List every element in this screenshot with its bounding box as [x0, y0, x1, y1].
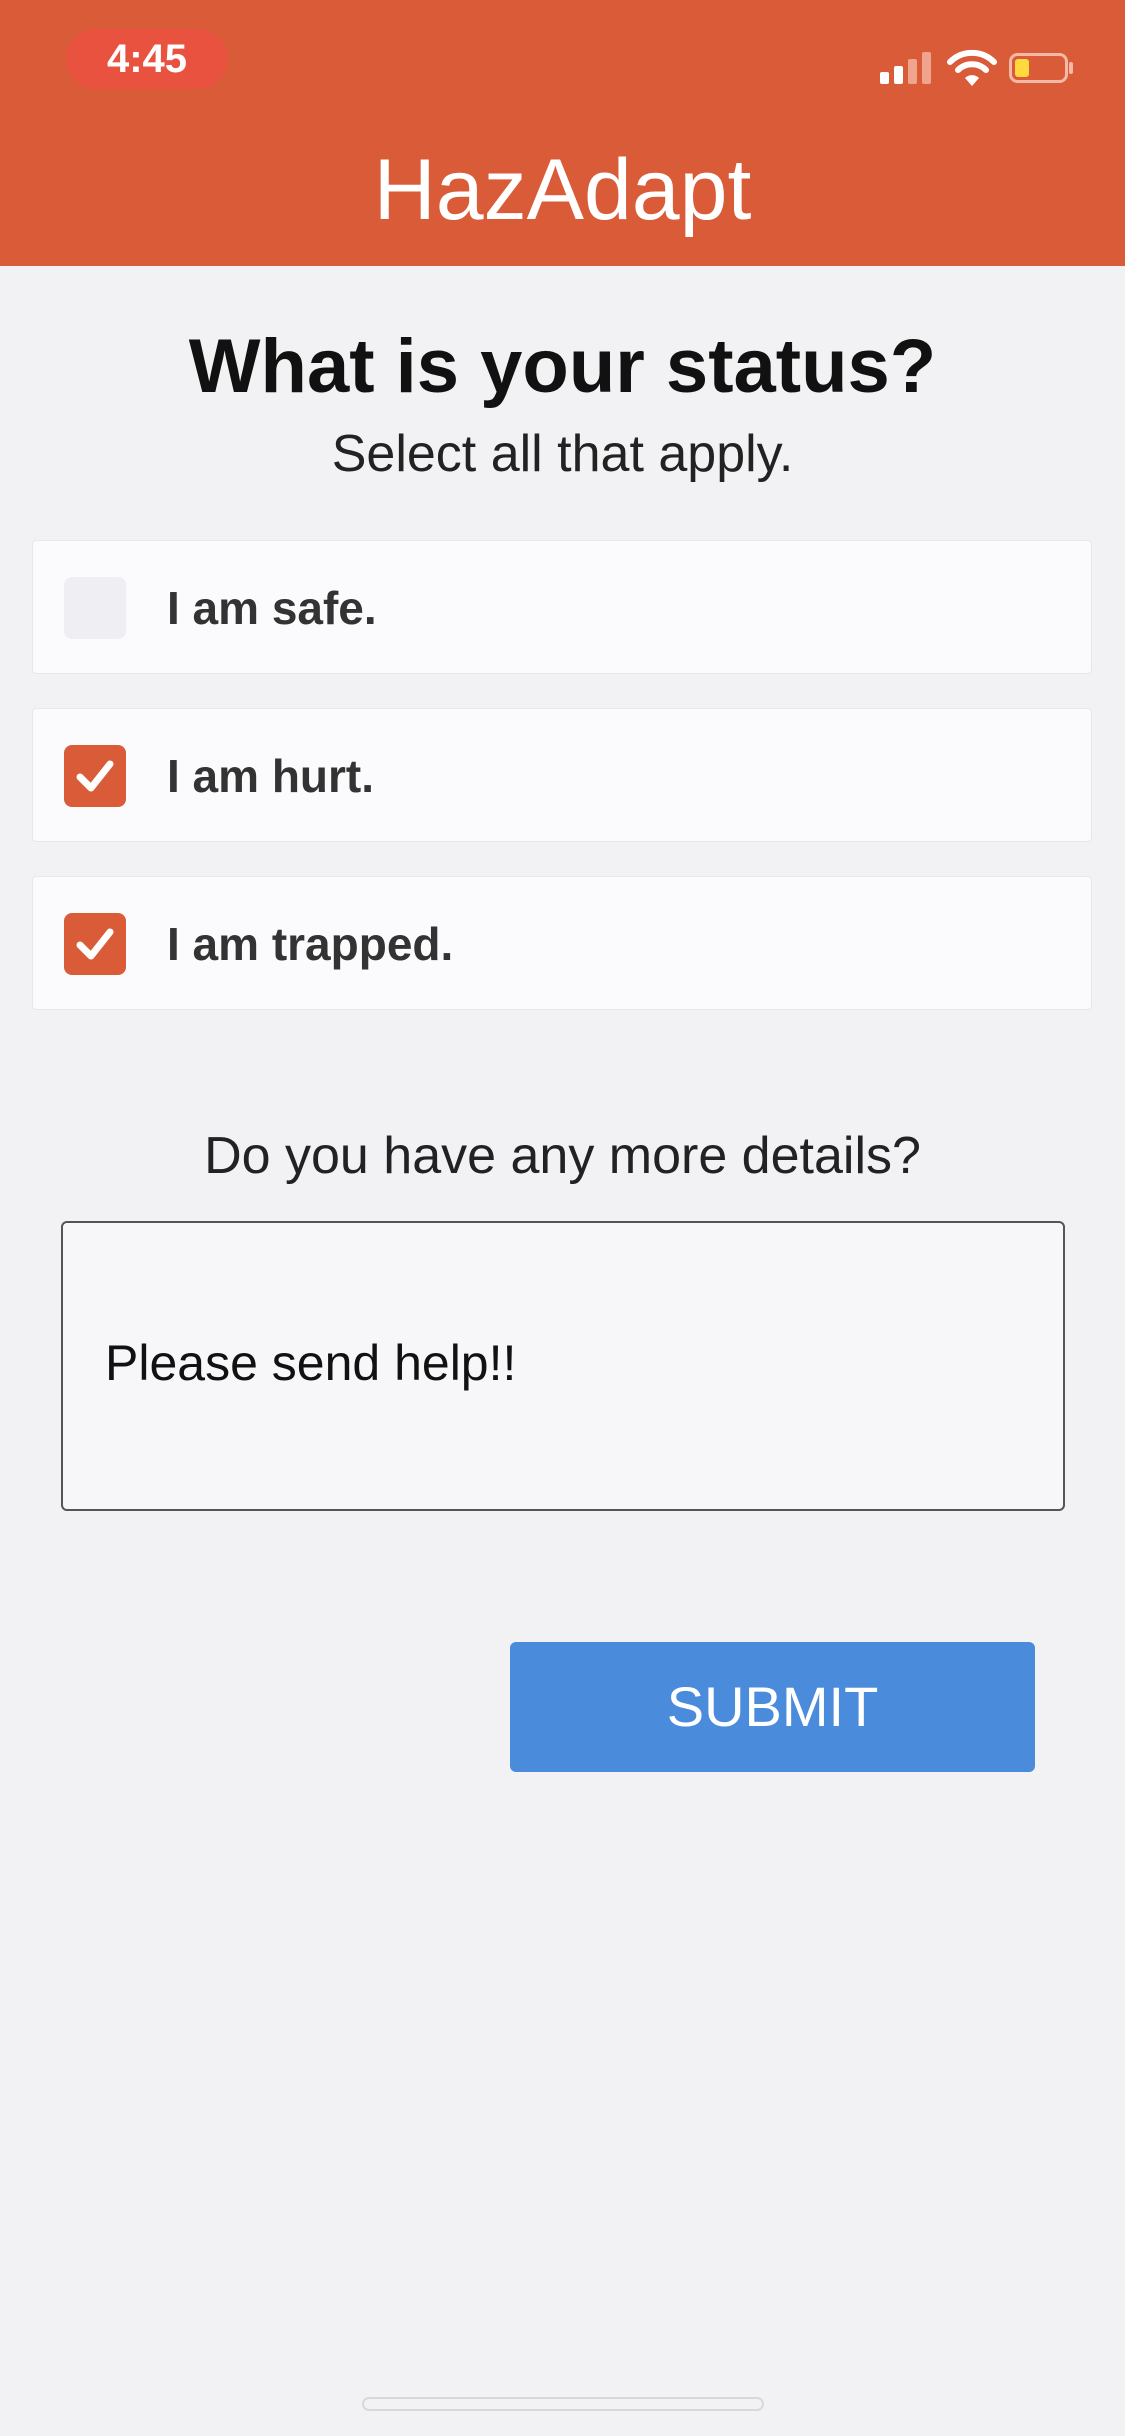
status-bar-time: 4:45: [66, 29, 228, 89]
page-subtitle: Select all that apply.: [331, 425, 794, 483]
status-option-safe[interactable]: I am safe.: [32, 540, 1092, 674]
page-title: What is your status?: [188, 324, 937, 409]
status-option-label: I am safe.: [167, 582, 377, 634]
details-textarea[interactable]: Please send help!!: [61, 1221, 1065, 1511]
wifi-icon: [947, 49, 997, 86]
status-option-label: I am trapped.: [167, 918, 454, 970]
details-textarea-value: Please send help!!: [105, 1335, 517, 1391]
app-header: 4:45 HazAdapt: [0, 0, 1125, 266]
submit-button[interactable]: SUBMIT: [510, 1642, 1035, 1772]
checkbox-checked[interactable]: [64, 913, 126, 975]
status-option-trapped[interactable]: I am trapped.: [32, 876, 1092, 1010]
checkmark-icon: [76, 928, 114, 960]
battery-icon: [1009, 53, 1073, 83]
checkbox-checked[interactable]: [64, 745, 126, 807]
home-indicator[interactable]: [362, 2397, 764, 2411]
checkbox-unchecked[interactable]: [64, 577, 126, 639]
status-option-label: I am hurt.: [167, 750, 375, 802]
status-option-hurt[interactable]: I am hurt.: [32, 708, 1092, 842]
checkmark-icon: [76, 760, 114, 792]
app-title: HazAdapt: [373, 142, 752, 238]
details-label: Do you have any more details?: [204, 1127, 921, 1185]
cellular-signal-icon: [880, 52, 934, 84]
